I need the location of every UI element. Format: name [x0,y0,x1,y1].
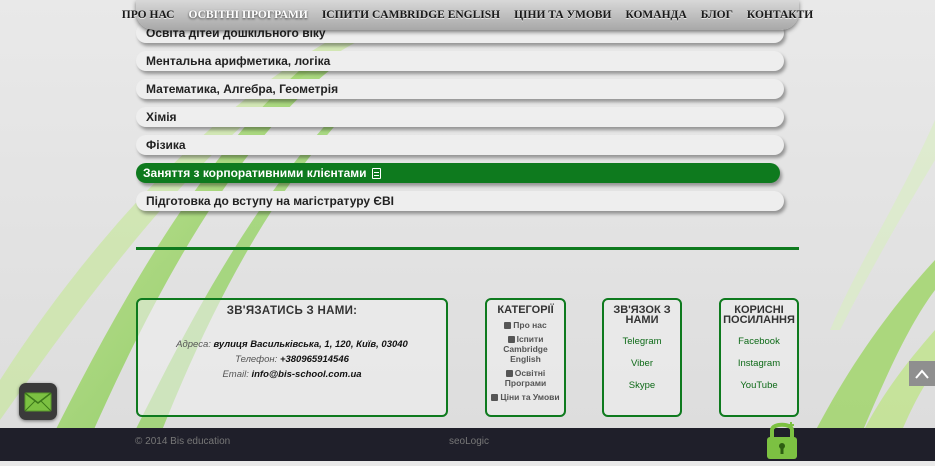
nav-item-prices[interactable]: ЦІНИ ТА УМОВИ [507,9,618,21]
program-item-mental-arithmetic[interactable]: Ментальна арифметика, логіка [136,51,784,71]
nav-item-team[interactable]: КОМАНДА [618,9,693,21]
category-item-prices[interactable]: Ціни та Умови [487,392,564,402]
money-icon [491,394,499,402]
category-item-cambridge[interactable]: Іспити Cambridge English [487,334,564,364]
book-icon [505,370,513,378]
category-item-programs[interactable]: Освітні Програми [487,368,564,388]
category-label: Про нас [513,320,547,330]
program-item-label: Фізика [146,138,186,152]
contact-us-box: ЗВ'ЯЗОК З НАМИ Telegram Viber Skype [602,298,682,417]
program-item-label: Підготовка до вступу на магістратуру ЄВІ [146,194,394,208]
document-icon [371,167,381,179]
nav-item-contacts[interactable]: КОНТАКТИ [740,9,820,21]
top-navigation: ПРО НАС ОСВІТНІ ПРОГРАМИ ІСПИТИ CAMBRIDG… [122,0,813,30]
link-viber[interactable]: Viber [604,358,680,369]
email-label: Email: [222,369,249,380]
program-item-chemistry[interactable]: Хімія [136,107,784,127]
program-item-physics[interactable]: Фізика [136,135,784,155]
program-item-label: Ментальна арифметика, логіка [146,54,331,68]
email-value[interactable]: info@bis-school.com.ua [251,369,361,380]
mail-button[interactable] [19,383,57,420]
contact-title: ЗВ'ЯЗАТИСЬ З НАМИ: [226,305,358,317]
useful-links-title: КОРИСНІ ПОСИЛАННЯ [723,304,795,326]
phone-label: Телефон: [235,354,278,365]
link-facebook[interactable]: Facebook [721,336,797,347]
link-skype[interactable]: Skype [604,380,680,391]
nav-item-blog[interactable]: БЛОГ [694,9,740,21]
program-item-corporate[interactable]: Заняття з корпоративними клієнтами [136,163,780,183]
address-value: вулиця Васильківська, 1, 120, Київ, 0304… [213,339,408,350]
link-instagram[interactable]: Instagram [721,358,797,369]
category-item-about[interactable]: Про нас [487,320,564,330]
copyright-text: © 2014 Bis education [135,436,231,447]
categories-title: КАТЕГОРІЇ [497,304,554,316]
scroll-to-top-button[interactable] [909,361,935,386]
program-item-label: Заняття з корпоративними клієнтами [143,166,367,180]
program-item-masters-prep[interactable]: Підготовка до вступу на магістратуру ЄВІ [136,191,784,211]
link-telegram[interactable]: Telegram [604,336,680,347]
chevron-up-icon [915,368,929,379]
envelope-icon [24,391,52,411]
phone-value[interactable]: +380965914546 [280,354,349,365]
contact-box: ЗВ'ЯЗАТИСЬ З НАМИ: Адреса: вулиця Василь… [136,298,448,417]
nav-item-about[interactable]: ПРО НАС [115,9,182,21]
lock-button[interactable] [764,419,800,461]
nav-item-cambridge-exams[interactable]: ІСПИТИ CAMBRIDGE ENGLISH [315,9,507,21]
program-item-math[interactable]: Математика, Алгебра, Геометрія [136,79,784,99]
document-icon [507,336,515,344]
nav-item-programs[interactable]: ОСВІТНІ ПРОГРАМИ [182,9,315,21]
useful-links-box: КОРИСНІ ПОСИЛАННЯ Facebook Instagram You… [719,298,799,417]
link-youtube[interactable]: YouTube [721,380,797,391]
address-label: Адреса: [176,339,211,350]
lock-icon [767,422,797,459]
credit-link[interactable]: seoLogic [449,436,489,447]
contact-us-title: ЗВ'ЯЗОК З НАМИ [613,304,671,326]
category-label: Ціни та Умови [500,392,560,402]
section-divider [136,247,799,250]
cube-icon [504,322,512,330]
program-item-label: Математика, Алгебра, Геометрія [146,82,339,96]
program-item-label: Хімія [146,110,177,124]
categories-box: КАТЕГОРІЇ Про нас Іспити Cambridge Engli… [485,298,566,417]
